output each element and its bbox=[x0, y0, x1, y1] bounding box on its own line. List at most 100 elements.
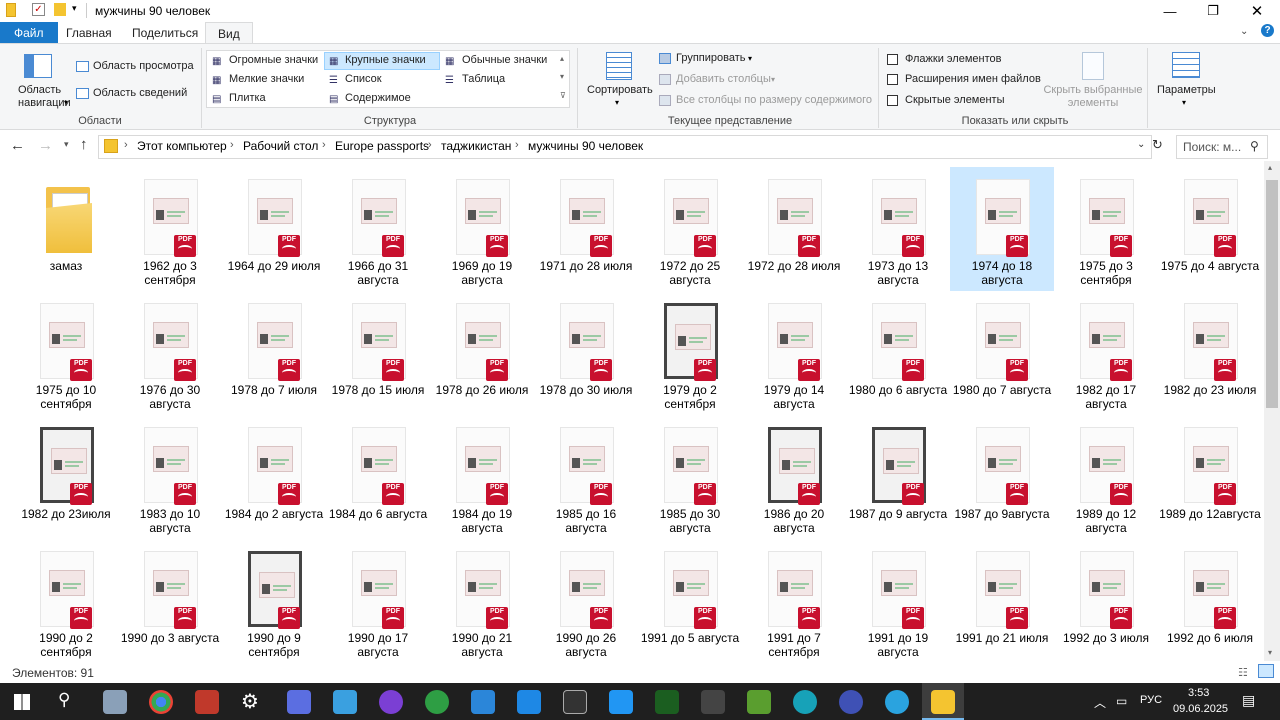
file-item[interactable]: PDF 1979 до 2 сентября bbox=[638, 291, 742, 415]
item-checkboxes-checkbox[interactable] bbox=[887, 54, 898, 65]
file-item[interactable]: PDF 1986 до 20 августа bbox=[742, 415, 846, 539]
recent-locations-icon[interactable]: ▾ bbox=[64, 139, 69, 150]
breadcrumb-desktop[interactable]: Рабочий стол bbox=[243, 139, 318, 153]
file-item[interactable]: PDF 1966 до 31 августа bbox=[326, 167, 430, 291]
file-item[interactable]: PDF 1992 до 6 июля bbox=[1158, 539, 1262, 663]
file-item[interactable]: PDF 1978 до 7 июля bbox=[222, 291, 326, 415]
breadcrumb-this-pc[interactable]: Этот компьютер bbox=[137, 139, 227, 153]
file-item[interactable]: PDF 1979 до 14 августа bbox=[742, 291, 846, 415]
tab-share[interactable]: Поделиться bbox=[120, 22, 210, 44]
layout-large[interactable]: Крупные значки bbox=[345, 54, 426, 66]
search-icon[interactable]: ⚲ bbox=[58, 690, 70, 710]
scrollbar-thumb[interactable] bbox=[1266, 180, 1278, 408]
chrome-icon[interactable] bbox=[149, 690, 173, 714]
preview-pane-icon[interactable] bbox=[76, 61, 89, 72]
details-pane-icon[interactable] bbox=[76, 88, 89, 99]
file-item[interactable]: PDF 1991 до 5 августа bbox=[638, 539, 742, 663]
file-item[interactable]: PDF 1985 до 16 августа bbox=[534, 415, 638, 539]
file-extensions-label[interactable]: Расширения имен файлов bbox=[905, 73, 1041, 85]
file-item[interactable]: PDF 1990 до 9 сентября bbox=[222, 539, 326, 663]
file-explorer-icon[interactable] bbox=[931, 690, 955, 714]
breadcrumb-current[interactable]: мужчины 90 человек bbox=[528, 139, 643, 153]
clock-time[interactable]: 3:53 bbox=[1188, 687, 1209, 699]
add-columns-button[interactable]: Добавить столбцы bbox=[676, 73, 771, 85]
minimize-button[interactable]: — bbox=[1147, 0, 1193, 22]
app-icon[interactable] bbox=[655, 690, 679, 714]
sort-dropdown-icon[interactable]: ▾ bbox=[615, 98, 619, 107]
file-item[interactable]: PDF 1987 до 9 августа bbox=[846, 415, 950, 539]
file-item[interactable]: PDF 1990 до 3 августа bbox=[118, 539, 222, 663]
customize-qat-icon[interactable]: ▾ bbox=[72, 3, 77, 14]
hidden-items-label[interactable]: Скрытые элементы bbox=[905, 94, 1005, 106]
layout-extra-large[interactable]: Огромные значки bbox=[229, 54, 318, 66]
file-item[interactable]: PDF 1991 до 21 июля bbox=[950, 539, 1054, 663]
file-item[interactable]: PDF 1989 до 12 августа bbox=[1054, 415, 1158, 539]
file-item[interactable]: PDF 1991 до 19 августа bbox=[846, 539, 950, 663]
close-button[interactable]: ✕ bbox=[1234, 0, 1280, 22]
app-icon[interactable] bbox=[103, 690, 127, 714]
file-item[interactable]: PDF 1974 до 18 августа bbox=[950, 167, 1054, 291]
clock-date[interactable]: 09.06.2025 bbox=[1173, 703, 1228, 715]
file-item[interactable]: PDF 1971 до 28 июля bbox=[534, 167, 638, 291]
gear-icon[interactable]: ⚙ bbox=[241, 689, 259, 714]
options-button[interactable]: Параметры bbox=[1157, 84, 1216, 96]
app-icon[interactable] bbox=[471, 690, 495, 714]
file-item[interactable]: PDF 1984 до 6 августа bbox=[326, 415, 430, 539]
options-dropdown-icon[interactable]: ▾ bbox=[1182, 98, 1186, 107]
file-item[interactable]: PDF 1990 до 21 августа bbox=[430, 539, 534, 663]
shield-icon[interactable] bbox=[609, 690, 633, 714]
file-item[interactable]: PDF 1975 до 10 сентября bbox=[14, 291, 118, 415]
app-icon[interactable] bbox=[287, 690, 311, 714]
layout-medium[interactable]: Обычные значки bbox=[462, 54, 547, 66]
file-item[interactable]: PDF 1985 до 30 августа bbox=[638, 415, 742, 539]
file-item[interactable]: PDF 1972 до 25 августа bbox=[638, 167, 742, 291]
layout-content[interactable]: Содержимое bbox=[345, 92, 411, 104]
tab-home[interactable]: Главная bbox=[54, 22, 124, 44]
options-icon[interactable] bbox=[1172, 52, 1200, 78]
layout-list[interactable]: Список bbox=[345, 73, 382, 85]
app-icon[interactable] bbox=[793, 690, 817, 714]
file-item[interactable]: PDF 1962 до 3 сентября bbox=[118, 167, 222, 291]
network-icon[interactable]: ▭ bbox=[1116, 694, 1127, 708]
start-icon[interactable] bbox=[14, 694, 30, 710]
file-item[interactable]: PDF 1972 до 28 июля bbox=[742, 167, 846, 291]
forward-icon[interactable]: → bbox=[38, 137, 53, 154]
up-icon[interactable]: ↑ bbox=[80, 136, 88, 153]
layout-details[interactable]: Таблица bbox=[462, 73, 505, 85]
file-item[interactable]: PDF 1990 до 17 августа bbox=[326, 539, 430, 663]
gallery-down-icon[interactable]: ▾ bbox=[560, 72, 564, 81]
utorrent-icon[interactable] bbox=[425, 690, 449, 714]
file-item[interactable]: PDF 1987 до 9августа bbox=[950, 415, 1054, 539]
layout-tiles[interactable]: Плитка bbox=[229, 92, 266, 104]
gallery-up-icon[interactable]: ▴ bbox=[560, 54, 564, 63]
large-icons-view-icon[interactable] bbox=[1258, 664, 1274, 678]
file-item[interactable]: PDF 1978 до 26 июля bbox=[430, 291, 534, 415]
file-item[interactable]: PDF 1984 до 2 августа bbox=[222, 415, 326, 539]
app-icon[interactable] bbox=[517, 690, 541, 714]
new-folder-icon[interactable] bbox=[54, 3, 66, 16]
refresh-icon[interactable]: ↻ bbox=[1152, 137, 1163, 153]
file-item[interactable]: PDF 1975 до 4 августа bbox=[1158, 167, 1262, 291]
navigation-pane-button[interactable]: Область навигации bbox=[18, 84, 71, 110]
file-item[interactable]: PDF 1973 до 13 августа bbox=[846, 167, 950, 291]
back-icon[interactable]: ← bbox=[10, 137, 25, 154]
language-indicator[interactable]: РУС bbox=[1140, 694, 1162, 706]
folder-item[interactable]: замаз bbox=[14, 167, 118, 291]
help-icon[interactable]: ? bbox=[1261, 24, 1274, 37]
file-extensions-checkbox[interactable] bbox=[887, 74, 898, 85]
group-by-dropdown-icon[interactable]: ▾ bbox=[748, 54, 752, 63]
file-item[interactable]: PDF 1982 до 17 августа bbox=[1054, 291, 1158, 415]
scroll-up-icon[interactable]: ▴ bbox=[1268, 163, 1272, 172]
app-icon[interactable] bbox=[333, 690, 357, 714]
scroll-down-icon[interactable]: ▾ bbox=[1268, 648, 1272, 657]
file-item[interactable]: PDF 1980 до 7 августа bbox=[950, 291, 1054, 415]
hidden-items-checkbox[interactable] bbox=[887, 95, 898, 106]
tab-file[interactable]: Файл bbox=[0, 22, 58, 44]
file-item[interactable]: PDF 1989 до 12августа bbox=[1158, 415, 1262, 539]
restore-button[interactable]: ❐ bbox=[1190, 0, 1236, 22]
sort-icon[interactable] bbox=[606, 52, 632, 80]
preview-pane-button[interactable]: Область просмотра bbox=[93, 60, 194, 72]
file-item[interactable]: PDF 1990 до 2 сентября bbox=[14, 539, 118, 663]
gallery-more-icon[interactable]: ⊽ bbox=[560, 91, 566, 100]
app-icon[interactable] bbox=[563, 690, 587, 714]
